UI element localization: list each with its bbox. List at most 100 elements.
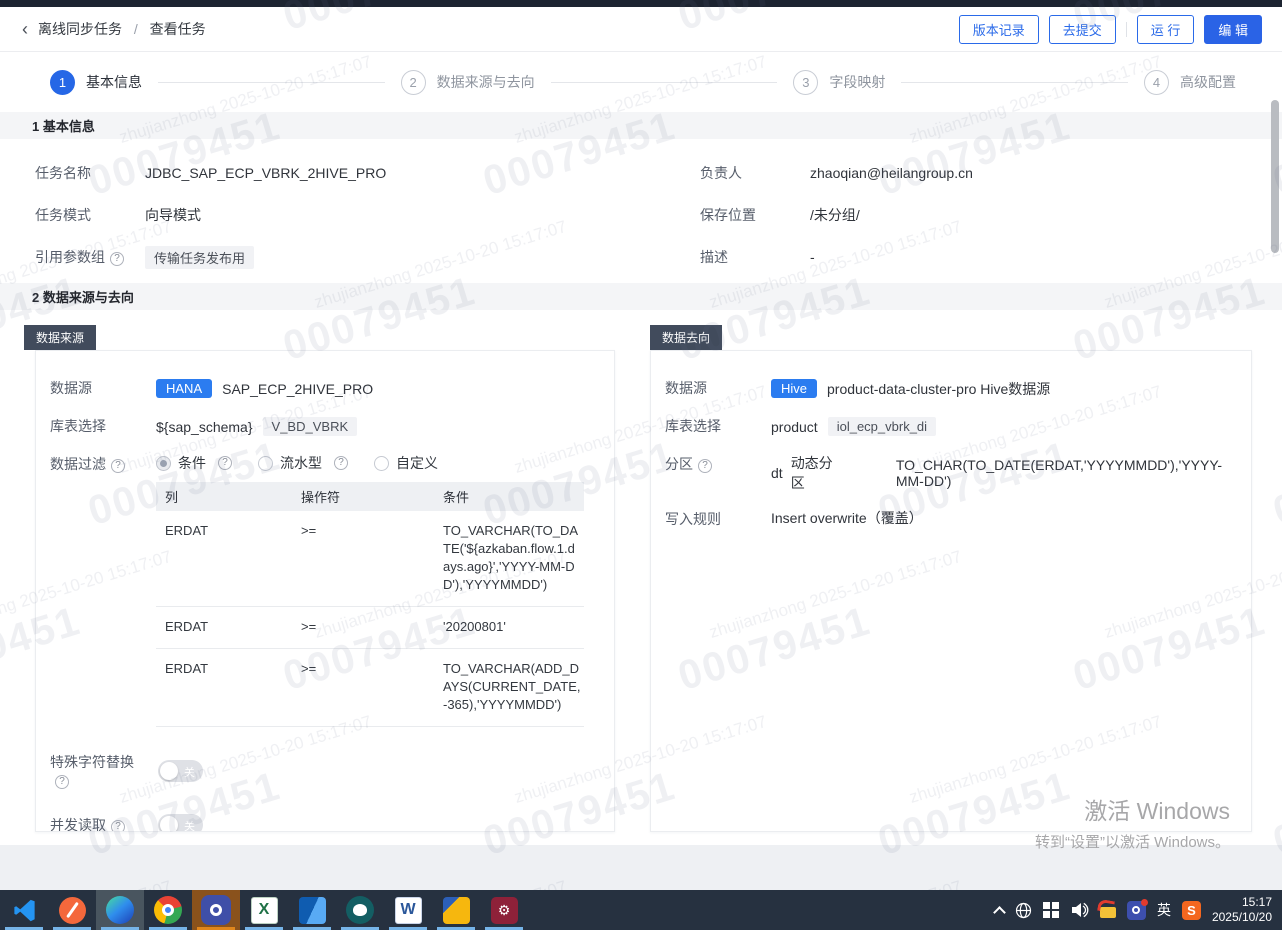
- step-advanced-config[interactable]: 4 高级配置: [1144, 70, 1236, 95]
- step-number: 4: [1144, 70, 1169, 95]
- pen-notes-icon[interactable]: [48, 890, 96, 930]
- field-source-table: 库表选择 ${sap_schema} V_BD_VBRK: [50, 415, 594, 438]
- clock-date: 2025/10/20: [1212, 910, 1272, 925]
- radio-streaming[interactable]: 流水型: [258, 453, 348, 473]
- foxmail-icon[interactable]: [1100, 907, 1116, 918]
- chat-app-icon[interactable]: [192, 890, 240, 930]
- concurrent-read-toggle[interactable]: 关: [158, 814, 203, 832]
- version-history-button[interactable]: 版本记录: [959, 15, 1039, 44]
- database-tool-icon[interactable]: [480, 890, 528, 930]
- table-name-tag: V_BD_VBRK: [263, 417, 358, 436]
- owner-value: zhaoqian@heilangroup.cn: [810, 165, 973, 181]
- step-basic-info[interactable]: 1 基本信息: [50, 70, 142, 95]
- partition-field: dt: [771, 465, 783, 481]
- step-number: 3: [793, 70, 818, 95]
- animal-app-icon[interactable]: [336, 890, 384, 930]
- field-label: 描述: [700, 247, 810, 267]
- field-data-filter: 数据过滤 条件 流水型 自定义: [50, 453, 594, 727]
- radio-condition[interactable]: 条件: [156, 453, 232, 473]
- field-label: 数据源: [50, 377, 156, 400]
- param-group-tag: 传输任务发布用: [145, 246, 254, 269]
- field-label: 特殊字符替换: [50, 752, 150, 789]
- datasource-type-tag: HANA: [156, 379, 212, 398]
- field-label: 引用参数组: [35, 247, 145, 267]
- run-button[interactable]: 运 行: [1137, 15, 1195, 44]
- field-label: 数据源: [665, 377, 771, 400]
- special-char-toggle[interactable]: 关: [158, 760, 203, 782]
- field-write-rule: 写入规则 Insert overwrite（覆盖）: [665, 508, 1231, 531]
- help-icon[interactable]: [111, 459, 125, 473]
- button-divider: [1126, 22, 1127, 37]
- field-owner: 负责人 zhaoqian@heilangroup.cn: [700, 152, 1282, 194]
- toggle-knob: [160, 762, 178, 780]
- edge-icon[interactable]: [96, 890, 144, 930]
- scrollbar[interactable]: [1271, 100, 1279, 253]
- section-title-basic: 1 基本信息: [0, 112, 1282, 139]
- field-label: 并发读取: [50, 815, 150, 832]
- submit-button[interactable]: 去提交: [1049, 15, 1116, 44]
- help-icon[interactable]: [55, 775, 69, 789]
- step-number: 2: [401, 70, 426, 95]
- word-icon[interactable]: [384, 890, 432, 930]
- taskbar-apps: [0, 890, 528, 930]
- task-name-value: JDBC_SAP_ECP_VBRK_2HIVE_PRO: [145, 165, 386, 181]
- field-label: 负责人: [700, 163, 810, 183]
- toggle-state-label: 关: [184, 818, 195, 832]
- step-field-mapping[interactable]: 3 字段映射: [793, 70, 885, 95]
- chat-tray-icon[interactable]: [1127, 901, 1146, 920]
- task-view-icon[interactable]: [1043, 902, 1059, 918]
- partition-type: 动态分区: [791, 453, 840, 493]
- field-save-location: 保存位置 /未分组/: [700, 194, 1282, 236]
- page-header: ‹ 离线同步任务 / 查看任务 版本记录 去提交 运 行 编 辑: [0, 7, 1282, 52]
- step-label: 数据来源与去向: [437, 72, 535, 92]
- speaker-icon[interactable]: [1070, 902, 1089, 918]
- step-label: 基本信息: [86, 72, 142, 92]
- step-connector: [901, 82, 1128, 83]
- breadcrumb: 离线同步任务 / 查看任务: [38, 19, 206, 39]
- radio-icon[interactable]: [374, 456, 389, 471]
- blue-files-icon[interactable]: [288, 890, 336, 930]
- back-icon[interactable]: ‹: [22, 20, 28, 38]
- excel-icon[interactable]: [240, 890, 288, 930]
- field-concurrent-read: 并发读取 关: [50, 814, 594, 832]
- sogou-input-icon[interactable]: [1182, 901, 1201, 920]
- network-icon[interactable]: [1015, 902, 1032, 919]
- breadcrumb-root[interactable]: 离线同步任务: [38, 21, 122, 37]
- datasource-type-tag: Hive: [771, 379, 817, 398]
- input-language-indicator[interactable]: 英: [1157, 900, 1171, 920]
- filter-table: 列 操作符 条件 ERDAT >= TO_VARCHAR(TO_DATE('${…: [156, 482, 584, 727]
- help-icon[interactable]: [218, 456, 232, 470]
- help-icon[interactable]: [110, 252, 124, 266]
- description-value: -: [810, 249, 815, 265]
- help-icon[interactable]: [698, 459, 712, 473]
- yellow-app-icon[interactable]: [432, 890, 480, 930]
- edit-button[interactable]: 编 辑: [1204, 15, 1262, 44]
- filter-table-row: ERDAT >= TO_VARCHAR(TO_DATE('${azkaban.f…: [156, 511, 584, 607]
- radio-icon[interactable]: [258, 456, 273, 471]
- help-icon[interactable]: [334, 456, 348, 470]
- radio-icon[interactable]: [156, 456, 171, 471]
- help-icon[interactable]: [111, 820, 125, 832]
- field-task-name: 任务名称 JDBC_SAP_ECP_VBRK_2HIVE_PRO: [35, 152, 615, 194]
- database-name: product: [771, 419, 818, 435]
- field-task-mode: 任务模式 向导模式: [35, 194, 615, 236]
- field-param-group: 引用参数组 传输任务发布用: [35, 236, 615, 278]
- step-source-dest[interactable]: 2 数据来源与去向: [401, 70, 535, 95]
- activation-title: 激活 Windows: [1035, 792, 1230, 826]
- filter-table-row: ERDAT >= '20200801': [156, 607, 584, 649]
- vscode-icon[interactable]: [0, 890, 48, 930]
- step-connector: [551, 82, 778, 83]
- field-label: 分区: [665, 453, 771, 493]
- breadcrumb-current: 查看任务: [150, 21, 206, 37]
- dest-panel: 数据去向 数据源 Hive product-data-cluster-pro H…: [650, 325, 1252, 832]
- taskbar-clock[interactable]: 15:17 2025/10/20: [1212, 895, 1272, 925]
- filter-mode-radios: 条件 流水型 自定义: [156, 453, 594, 473]
- stepper: 1 基本信息 2 数据来源与去向 3 字段映射 4 高级配置: [0, 52, 1282, 112]
- radio-custom[interactable]: 自定义: [374, 453, 438, 473]
- field-label: 保存位置: [700, 205, 810, 225]
- windows-activation-watermark: 激活 Windows 转到“设置”以激活 Windows。: [1035, 792, 1230, 852]
- windows-taskbar: 英 15:17 2025/10/20: [0, 890, 1282, 930]
- chrome-icon[interactable]: [144, 890, 192, 930]
- header-actions: 版本记录 去提交 运 行 编 辑: [959, 15, 1262, 44]
- tray-expand-icon[interactable]: [993, 906, 1006, 919]
